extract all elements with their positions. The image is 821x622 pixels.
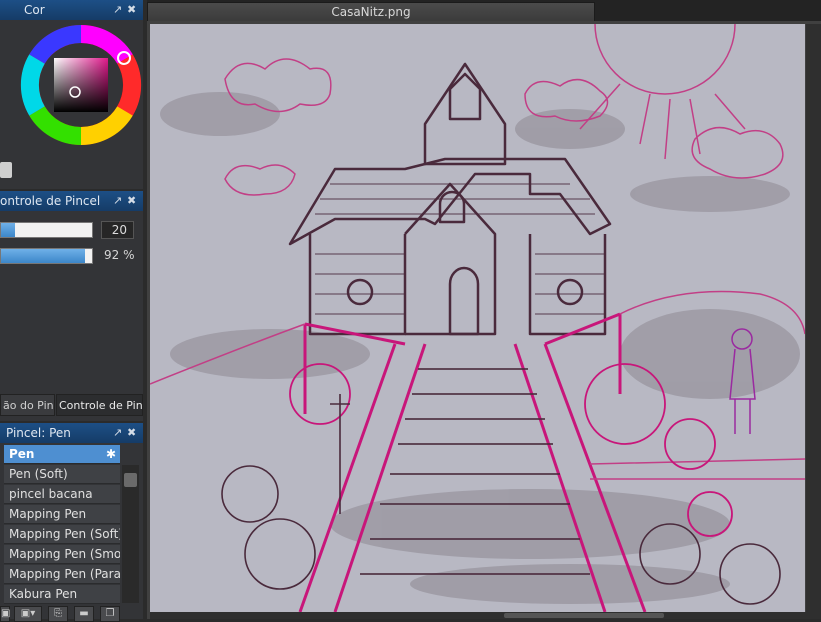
new-brush-icon[interactable]: ▣ bbox=[0, 606, 10, 622]
brush-size-slider[interactable] bbox=[0, 222, 93, 238]
opacity-slider[interactable] bbox=[0, 248, 93, 264]
list-item[interactable]: Kabura Pen bbox=[4, 585, 120, 604]
color-panel: Cor ↗ ✖ bbox=[0, 0, 143, 189]
scroll-thumb[interactable] bbox=[124, 473, 137, 487]
brush-control-title: ontrole de Pincel bbox=[0, 194, 101, 208]
float-icon[interactable]: ↗ bbox=[113, 0, 122, 20]
brush-list-scrollbar[interactable] bbox=[122, 465, 139, 603]
tab-document[interactable]: CasaNitz.png bbox=[147, 2, 595, 21]
sketch-artwork bbox=[150, 24, 805, 612]
close-icon[interactable]: ✖ bbox=[127, 0, 136, 20]
canvas-horizontal-scrollbar[interactable] bbox=[150, 612, 821, 619]
close-icon[interactable]: ✖ bbox=[127, 191, 136, 211]
brush-name: Pen bbox=[9, 447, 35, 461]
brush-list-titlebar: Pincel: Pen ↗ ✖ bbox=[0, 423, 143, 443]
opacity-fill bbox=[1, 249, 85, 263]
brush-dropdown-icon[interactable]: ▣▾ bbox=[14, 606, 42, 622]
list-item[interactable]: Mapping Pen (Soft) bbox=[4, 525, 120, 544]
brush-size-fill bbox=[1, 223, 15, 237]
opacity-value: 92 % bbox=[104, 248, 135, 262]
float-icon[interactable]: ↗ bbox=[113, 423, 122, 443]
list-item[interactable]: Mapping Pen (Paralle bbox=[4, 565, 120, 584]
color-panel-titlebar: Cor ↗ ✖ bbox=[0, 0, 143, 20]
brush-list-panel: Pincel: Pen ↗ ✖ Pen ✱ Pen (Soft) pincel … bbox=[0, 423, 143, 622]
copy-icon[interactable]: ⎘ bbox=[48, 606, 68, 622]
brush-size-value[interactable]: 20 bbox=[101, 221, 134, 239]
color-panel-title: Cor bbox=[24, 3, 45, 17]
tab-brush-control[interactable]: Controle de Pincel bbox=[56, 394, 143, 416]
canvas-vertical-scrollbar[interactable] bbox=[806, 24, 821, 612]
gear-icon[interactable]: ✱ bbox=[106, 445, 116, 463]
drawing-canvas[interactable] bbox=[150, 24, 805, 612]
list-item[interactable]: Pen (Soft) bbox=[4, 465, 120, 484]
list-item[interactable]: pincel bacana bbox=[4, 485, 120, 504]
duplicate-icon[interactable]: ❐ bbox=[100, 606, 120, 622]
list-item[interactable]: Mapping Pen bbox=[4, 505, 120, 524]
scroll-thumb[interactable] bbox=[504, 613, 664, 618]
brush-list-title: Pincel: Pen bbox=[6, 426, 71, 440]
brush-control-titlebar: ontrole de Pincel ↗ ✖ bbox=[0, 191, 143, 211]
tab-brush-selection[interactable]: ão do Pincel bbox=[0, 394, 55, 416]
eyedropper-icon[interactable] bbox=[0, 162, 12, 178]
list-item[interactable]: Pen ✱ bbox=[4, 445, 120, 464]
list-item[interactable]: Mapping Pen (Smoot bbox=[4, 545, 120, 564]
close-icon[interactable]: ✖ bbox=[127, 423, 136, 443]
float-icon[interactable]: ↗ bbox=[113, 191, 122, 211]
brush-control-panel: ontrole de Pincel ↗ ✖ 20 92 % ão do Pin c… bbox=[0, 191, 143, 421]
folder-icon[interactable]: ▬ bbox=[74, 606, 94, 622]
color-wheel[interactable] bbox=[20, 24, 142, 146]
